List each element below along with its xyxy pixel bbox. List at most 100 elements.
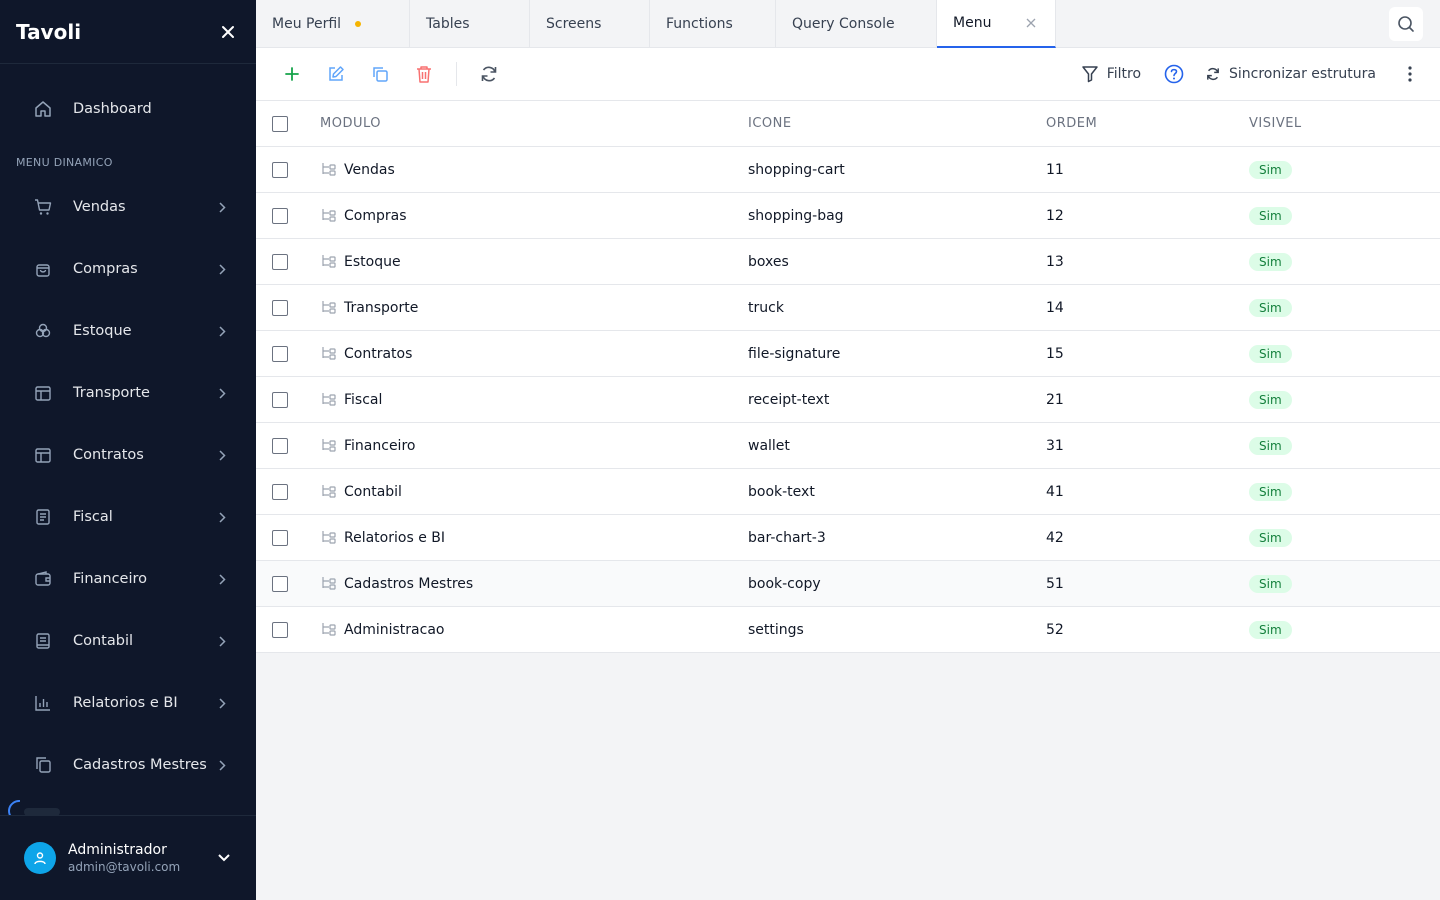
edit-button[interactable]	[322, 60, 350, 88]
tab-screens[interactable]: Screens	[530, 0, 650, 48]
row-select-cell	[256, 345, 320, 362]
table-row[interactable]: Financeiro wallet 31 Sim	[256, 423, 1440, 469]
row-select-cell	[256, 621, 320, 638]
cell-modulo: Relatorios e BI	[320, 530, 748, 546]
row-select-cell	[256, 391, 320, 408]
sidebar-item-cadastros-mestres[interactable]: Cadastros Mestres	[0, 734, 256, 796]
user-menu-toggle[interactable]	[216, 850, 232, 866]
table-row[interactable]: Relatorios e BI bar-chart-3 42 Sim	[256, 515, 1440, 561]
filter-button[interactable]: Filtro	[1081, 65, 1141, 83]
cell-visivel: Sim	[1249, 298, 1440, 317]
more-options-button[interactable]	[1402, 62, 1418, 86]
close-tab-button[interactable]	[1025, 17, 1037, 29]
table-row[interactable]: Contabil book-text 41 Sim	[256, 469, 1440, 515]
edit-icon	[329, 66, 344, 81]
search-button[interactable]	[1389, 7, 1423, 41]
table-row[interactable]: Administracao settings 52 Sim	[256, 607, 1440, 653]
tab-meu-perfil[interactable]: Meu Perfil	[256, 0, 410, 48]
row-checkbox[interactable]	[272, 391, 288, 408]
sidebar-item-label: Vendas	[73, 199, 126, 215]
row-checkbox[interactable]	[272, 529, 288, 546]
select-all-cell	[256, 115, 320, 132]
add-button[interactable]	[278, 60, 306, 88]
column-header-icone[interactable]: ICONE	[748, 116, 1046, 131]
sidebar-item-transporte[interactable]: Transporte	[0, 362, 256, 424]
sidebar-item-dashboard[interactable]: Dashboard	[0, 64, 256, 154]
modulo-value: Estoque	[344, 253, 401, 270]
tab-query-console[interactable]: Query Console	[776, 0, 937, 48]
table-row[interactable]: Estoque boxes 13 Sim	[256, 239, 1440, 285]
sidebar-item-label: Fiscal	[73, 509, 113, 525]
sidebar-item-estoque[interactable]: Estoque	[0, 300, 256, 362]
cell-modulo: Cadastros Mestres	[320, 576, 748, 592]
tree-node-icon	[320, 484, 336, 500]
row-checkbox[interactable]	[272, 483, 288, 500]
sidebar-item-relatorios-e-bi[interactable]: Relatorios e BI	[0, 672, 256, 734]
sidebar-item-label: Transporte	[73, 385, 150, 401]
sidebar-item-financeiro[interactable]: Financeiro	[0, 548, 256, 610]
cell-ordem: 13	[1046, 253, 1064, 270]
modulo-value: Contabil	[344, 483, 402, 500]
select-all-checkbox[interactable]	[272, 115, 288, 132]
chevron-right-icon	[216, 573, 228, 585]
truck-icon	[33, 383, 53, 403]
row-checkbox[interactable]	[272, 345, 288, 362]
row-select-cell	[256, 529, 320, 546]
duplicate-button[interactable]	[366, 60, 394, 88]
row-checkbox[interactable]	[272, 207, 288, 224]
column-header-visivel[interactable]: VISIVEL	[1249, 116, 1440, 131]
table-row[interactable]: Cadastros Mestres book-copy 51 Sim	[256, 561, 1440, 607]
table-row[interactable]: Contratos file-signature 15 Sim	[256, 331, 1440, 377]
close-sidebar-button[interactable]	[216, 20, 240, 44]
cell-icone: shopping-bag	[748, 207, 844, 224]
status-badge: Sim	[1249, 528, 1292, 547]
status-badge: Sim	[1249, 206, 1292, 225]
sidebar-item-compras[interactable]: Compras	[0, 238, 256, 300]
row-checkbox[interactable]	[272, 621, 288, 638]
trash-icon	[417, 66, 431, 83]
chevron-right-icon	[216, 387, 228, 399]
cell-ordem: 42	[1046, 529, 1064, 546]
cell-modulo: Transporte	[320, 300, 748, 316]
row-checkbox[interactable]	[272, 299, 288, 316]
row-checkbox[interactable]	[272, 437, 288, 454]
sidebar-item-vendas[interactable]: Vendas	[0, 176, 256, 238]
cell-icone: truck	[748, 299, 784, 316]
toolbar-right: Filtro Sincronizar estrutura	[1081, 62, 1418, 86]
row-checkbox[interactable]	[272, 253, 288, 270]
sidebar-item-fiscal[interactable]: Fiscal	[0, 486, 256, 548]
sidebar-item-contabil[interactable]: Contabil	[0, 610, 256, 672]
row-checkbox[interactable]	[272, 161, 288, 178]
modulo-value: Compras	[344, 207, 407, 224]
modulo-value: Cadastros Mestres	[344, 575, 474, 592]
tab-menu[interactable]: Menu	[937, 0, 1056, 48]
column-header-modulo[interactable]: MODULO	[320, 116, 748, 131]
sync-icon	[1207, 67, 1219, 81]
row-select-cell	[256, 437, 320, 454]
table-row[interactable]: Fiscal receipt-text 21 Sim	[256, 377, 1440, 423]
help-button[interactable]	[1163, 63, 1185, 85]
book-text-icon	[33, 631, 53, 651]
modulo-value: Transporte	[344, 299, 419, 316]
cell-ordem: 41	[1046, 483, 1064, 500]
table-row[interactable]: Transporte truck 14 Sim	[256, 285, 1440, 331]
column-header-ordem[interactable]: ORDEM	[1046, 116, 1249, 131]
bar-chart-icon	[33, 693, 53, 713]
cell-icone: settings	[748, 621, 804, 638]
tab-label: Tables	[426, 16, 470, 32]
toolbar: Filtro Sincronizar estrutura	[256, 48, 1440, 101]
table-row[interactable]: Vendas shopping-cart 11 Sim	[256, 147, 1440, 193]
table-row[interactable]: Compras shopping-bag 12 Sim	[256, 193, 1440, 239]
row-checkbox[interactable]	[272, 575, 288, 592]
sidebar-item-contratos[interactable]: Contratos	[0, 424, 256, 486]
delete-button[interactable]	[410, 60, 438, 88]
toolbar-divider	[456, 62, 457, 86]
refresh-button[interactable]	[475, 60, 503, 88]
tab-functions[interactable]: Functions	[650, 0, 776, 48]
cell-icone: boxes	[748, 253, 789, 270]
user-menu[interactable]: Administrador admin@tavoli.com	[0, 815, 256, 900]
sync-structure-button[interactable]: Sincronizar estrutura	[1205, 66, 1376, 82]
cell-modulo: Fiscal	[320, 392, 748, 408]
tab-tables[interactable]: Tables	[410, 0, 530, 48]
cell-icone: book-text	[748, 483, 815, 500]
